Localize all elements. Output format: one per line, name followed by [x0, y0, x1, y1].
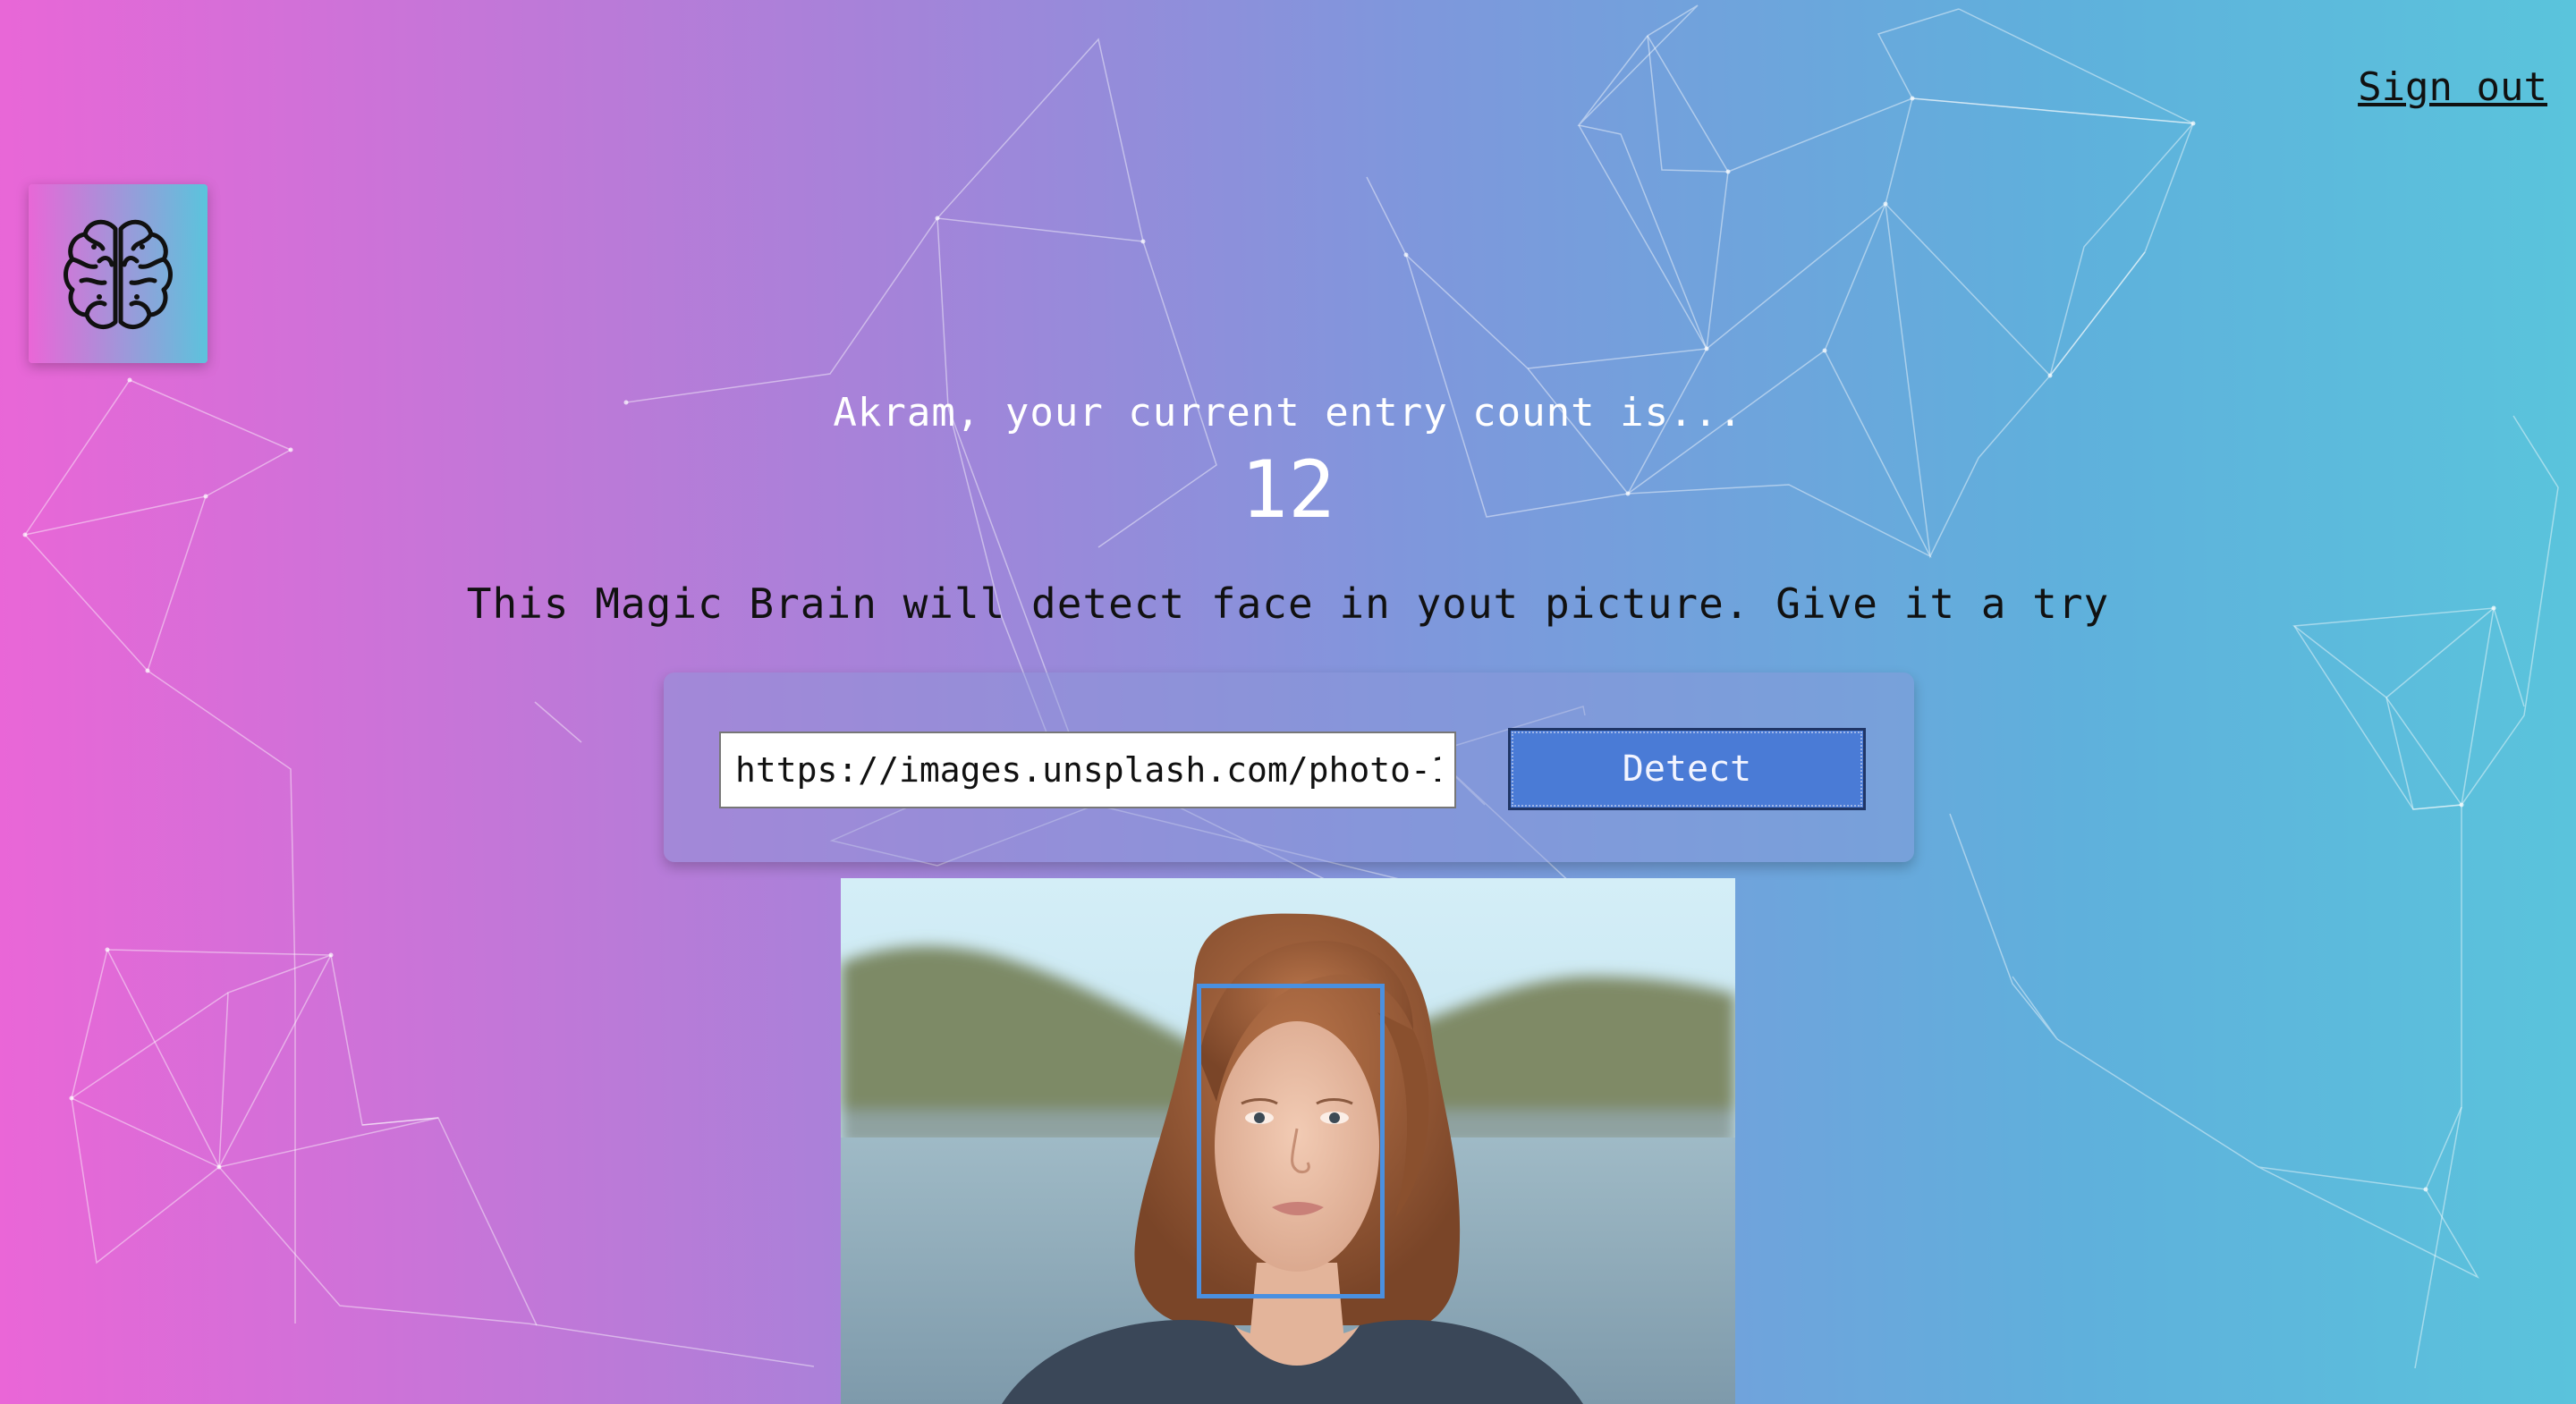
image-link-form: Detect	[664, 672, 1914, 862]
entry-count-message: Akram, your current entry count is...	[833, 390, 1743, 436]
image-url-input[interactable]	[719, 732, 1456, 808]
sign-out-link[interactable]: Sign out	[2358, 64, 2547, 110]
entry-count-value: 12	[1241, 444, 1335, 536]
brain-icon	[64, 219, 173, 330]
app-tagline: This Magic Brain will detect face in you…	[466, 579, 2110, 628]
face-bounding-box	[1197, 984, 1385, 1298]
face-detection-image	[841, 878, 1735, 1404]
app-logo	[29, 184, 208, 363]
detect-button[interactable]: Detect	[1508, 728, 1866, 810]
